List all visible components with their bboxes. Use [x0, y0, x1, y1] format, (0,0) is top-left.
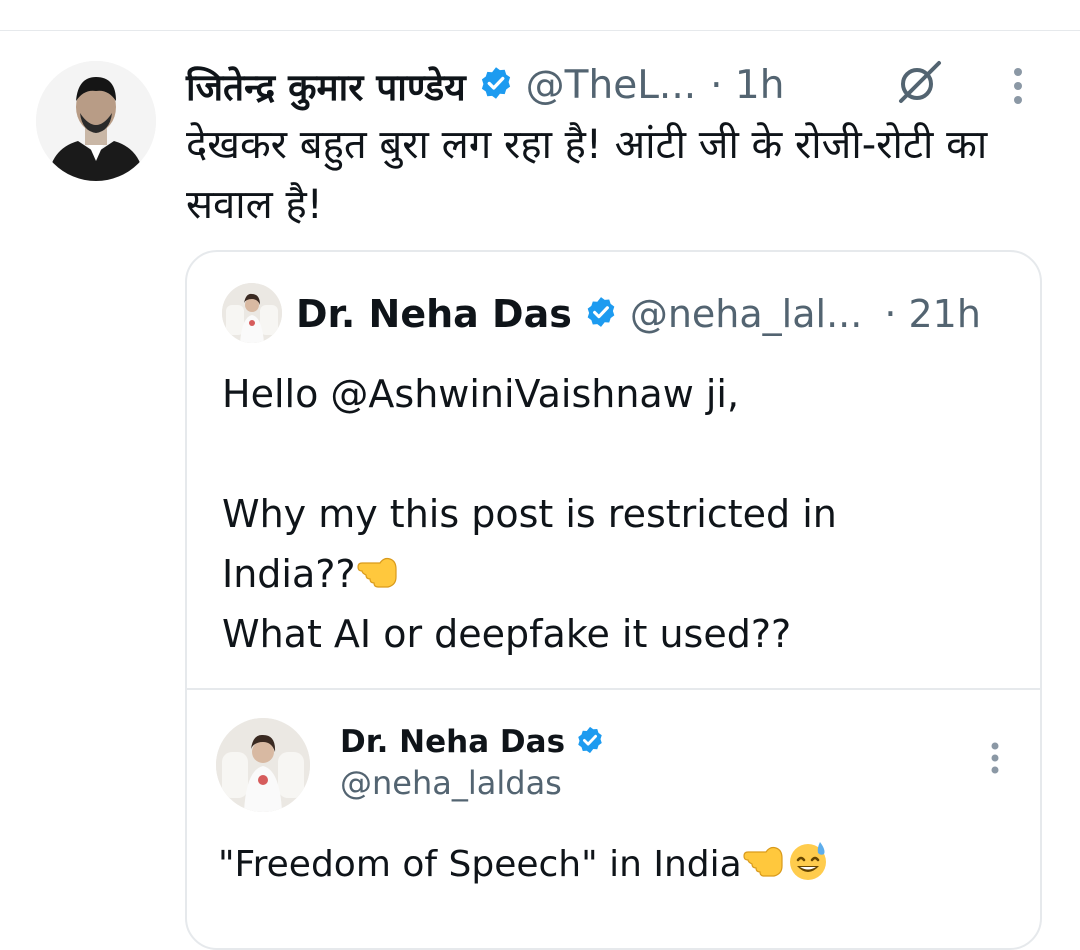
embedded-post-text-row: "Freedom of Speech" in India	[218, 838, 830, 896]
quoted-line-blank	[222, 424, 1022, 484]
verified-badge-icon	[584, 295, 618, 333]
embedded-author-handle[interactable]: @neha_laldas	[340, 764, 562, 802]
quoted-author-handle[interactable]: @neha_lal...	[630, 292, 862, 336]
quoted-line: Why my this post is restricted in	[222, 492, 837, 536]
tweet-time[interactable]: · 1h	[710, 63, 784, 108]
embedded-post[interactable]	[185, 688, 1042, 938]
quoted-tweet-time[interactable]: · 21h	[884, 292, 981, 336]
quoted-tweet-header: Dr. Neha Das @neha_lal... · 21h	[296, 286, 981, 342]
quoted-line: What AI or deepfake it used??	[222, 612, 792, 656]
verified-badge-icon	[478, 65, 514, 105]
author-name[interactable]: जितेन्द्र कुमार पाण्डेय	[186, 60, 466, 111]
embedded-header: Dr. Neha Das	[340, 720, 605, 764]
tweet-text: देखकर बहुत बुरा लग रहा है! आंटी जी के रो…	[186, 122, 988, 228]
more-options-icon[interactable]	[1003, 64, 1033, 108]
backhand-index-pointing-left-emoji	[356, 550, 400, 610]
quoted-author-avatar	[222, 283, 282, 343]
tweet-header: जितेन्द्र कुमार पाण्डेय @TheL... · 1h	[186, 56, 784, 114]
author-avatar[interactable]	[36, 61, 156, 181]
quoted-line-with-emoji: India??	[222, 544, 1022, 604]
quoted-tweet-text: Hello @AshwiniVaishnaw ji, Why my this p…	[222, 364, 1022, 664]
grinning-face-with-sweat-emoji	[786, 838, 830, 896]
embedded-post-border-left	[185, 688, 187, 888]
embedded-post-border-right	[1040, 688, 1042, 888]
quoted-line: India??	[222, 552, 356, 596]
author-handle[interactable]: @TheL...	[526, 63, 696, 108]
top-divider	[0, 30, 1080, 31]
grok-icon[interactable]	[895, 59, 945, 105]
quoted-author-name[interactable]: Dr. Neha Das	[296, 292, 572, 336]
embedded-more-options-icon[interactable]	[984, 738, 1006, 778]
backhand-index-pointing-left-emoji	[742, 842, 786, 896]
embedded-author-name[interactable]: Dr. Neha Das	[340, 724, 565, 760]
quoted-line: Hello @AshwiniVaishnaw ji,	[222, 372, 740, 416]
embedded-post-text: "Freedom of Speech" in India	[218, 844, 742, 885]
embedded-author-avatar	[216, 718, 310, 812]
verified-badge-icon	[575, 725, 605, 759]
